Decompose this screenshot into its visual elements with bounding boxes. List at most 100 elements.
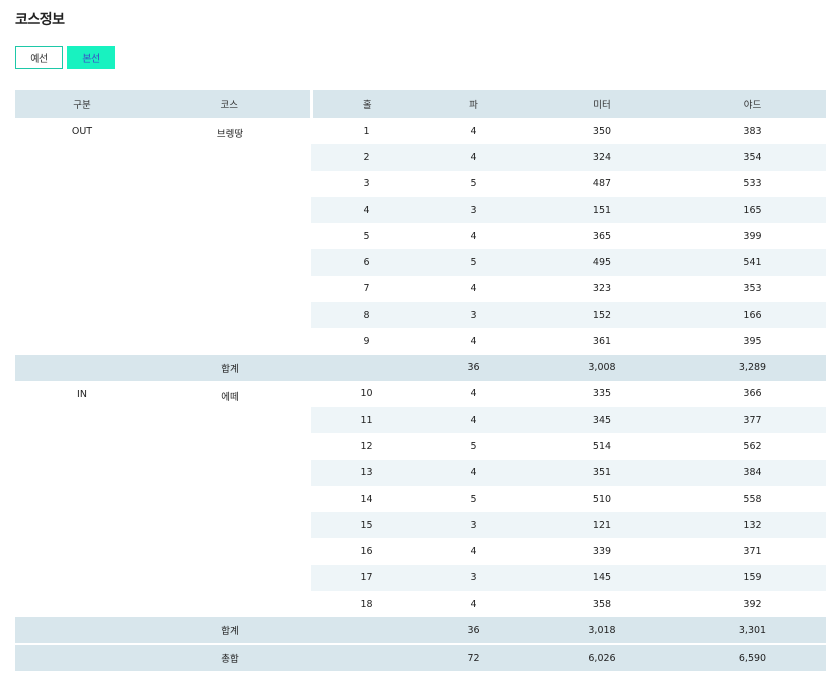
yard-cell: 558 (743, 493, 762, 505)
meter-cell: 323 (592, 283, 612, 295)
yard-cell: 353 (743, 283, 762, 295)
hole-cell: 6 (311, 249, 422, 276)
subtotal-meter: 3,018 (525, 617, 679, 645)
hole-cell: 1 (363, 125, 370, 137)
page-title: 코스정보 (15, 12, 65, 28)
par-cell: 3 (422, 196, 525, 224)
par-cell: 4 (470, 598, 477, 610)
par-cell: 4 (422, 406, 525, 434)
total-yard: 6,590 (679, 643, 826, 672)
hole-cell: 9 (363, 336, 370, 348)
par-cell: 3 (422, 564, 525, 592)
par-cell: 4 (422, 459, 525, 486)
par-cell: 4 (470, 336, 477, 348)
hole-cell: 15 (311, 512, 422, 539)
subtotal-spacer (15, 617, 149, 645)
hole-cell: 8 (311, 302, 422, 329)
par-cell: 5 (470, 440, 477, 452)
course-name-cell: 에떼 (149, 380, 311, 618)
subtotal-par: 36 (422, 354, 525, 381)
meter-cell: 495 (525, 249, 679, 276)
par-cell: 5 (422, 249, 525, 276)
subtotal-row: 합계 36 3,008 3,289 (15, 354, 826, 381)
course-table-container: 구분 코스 홀 파 미터 야드 OUT 브렝땅 1 4 350 383 2 4 324 354 3 5… (15, 90, 826, 672)
par-cell: 5 (470, 178, 477, 190)
yard-cell: 366 (743, 388, 762, 400)
meter-cell: 361 (592, 336, 612, 348)
par-cell: 4 (422, 144, 525, 171)
subtotal-yard: 3,301 (679, 617, 826, 645)
header-course: 코스 (149, 90, 313, 118)
hole-cell: 2 (311, 144, 422, 171)
total-row: 총합 72 6,026 6,590 (15, 643, 826, 672)
meter-cell: 358 (592, 598, 612, 610)
subtotal-meter: 3,008 (525, 354, 679, 381)
subtotal-hole-empty (311, 617, 422, 645)
yard-cell: 165 (679, 196, 826, 224)
par-cell: 3 (422, 302, 525, 329)
subtotal-label: 합계 (149, 354, 311, 381)
total-hole-empty (311, 643, 422, 672)
course-name-cell: 브렝땅 (149, 118, 311, 355)
header-meter: 미터 (525, 90, 679, 118)
total-label: 총합 (149, 643, 311, 672)
total-spacer (15, 643, 149, 672)
yard-cell: 166 (679, 302, 826, 329)
tab-final[interactable]: 본선 (67, 46, 115, 69)
hole-cell: 3 (363, 178, 370, 190)
par-cell: 4 (470, 546, 477, 558)
yard-cell: 383 (743, 125, 762, 137)
tab-qualifying[interactable]: 예선 (15, 46, 63, 69)
meter-cell: 365 (592, 230, 612, 242)
yard-cell: 377 (679, 406, 826, 434)
hole-cell: 13 (311, 459, 422, 486)
yard-cell: 392 (743, 598, 762, 610)
header-hole: 홀 (311, 90, 422, 118)
header-par: 파 (422, 90, 525, 118)
hole-cell: 18 (360, 598, 373, 610)
hole-cell: 7 (363, 283, 370, 295)
subtotal-label: 합계 (149, 617, 311, 645)
header-yard: 야드 (679, 90, 826, 118)
yard-cell: 541 (679, 249, 826, 276)
hole-cell: 12 (360, 440, 373, 452)
meter-cell: 514 (592, 440, 612, 452)
meter-cell: 345 (525, 406, 679, 434)
total-meter: 6,026 (525, 643, 679, 672)
yard-cell: 384 (679, 459, 826, 486)
yard-cell: 533 (743, 178, 762, 190)
par-cell: 3 (422, 512, 525, 539)
meter-cell: 152 (525, 302, 679, 329)
course-table: 구분 코스 홀 파 미터 야드 OUT 브렝땅 1 4 350 383 2 4 324 354 3 5… (15, 90, 826, 672)
meter-cell: 351 (525, 459, 679, 486)
par-cell: 4 (470, 388, 477, 400)
yard-cell: 562 (743, 440, 762, 452)
hole-cell: 17 (311, 564, 422, 592)
round-tabs: 예선 본선 (15, 46, 115, 69)
hole-cell: 5 (363, 230, 370, 242)
meter-cell: 335 (592, 388, 612, 400)
yard-cell: 395 (743, 336, 762, 348)
meter-cell: 151 (525, 196, 679, 224)
par-cell: 4 (470, 283, 477, 295)
subtotal-spacer (15, 354, 149, 381)
yard-cell: 159 (679, 564, 826, 592)
par-cell: 5 (470, 493, 477, 505)
subtotal-yard: 3,289 (679, 354, 826, 381)
hole-cell: 4 (311, 196, 422, 224)
hole-cell: 16 (360, 546, 373, 558)
hole-cell: 14 (360, 493, 373, 505)
table-body: OUT 브렝땅 1 4 350 383 2 4 324 354 3 5 487 533 4 3 151 165 5 4… (15, 118, 826, 672)
division-cell: IN (15, 380, 149, 618)
meter-cell: 350 (592, 125, 612, 137)
yard-cell: 371 (743, 546, 762, 558)
subtotal-row: 합계 36 3,018 3,301 (15, 617, 826, 645)
meter-cell: 121 (525, 512, 679, 539)
meter-cell: 487 (592, 178, 612, 190)
subtotal-hole-empty (311, 354, 422, 381)
par-cell: 4 (470, 230, 477, 242)
table-header-row: 구분 코스 홀 파 미터 야드 (15, 90, 826, 118)
total-par: 72 (422, 643, 525, 672)
hole-cell: 11 (311, 406, 422, 434)
table-row: IN 에떼 10 4 335 366 (15, 380, 826, 618)
